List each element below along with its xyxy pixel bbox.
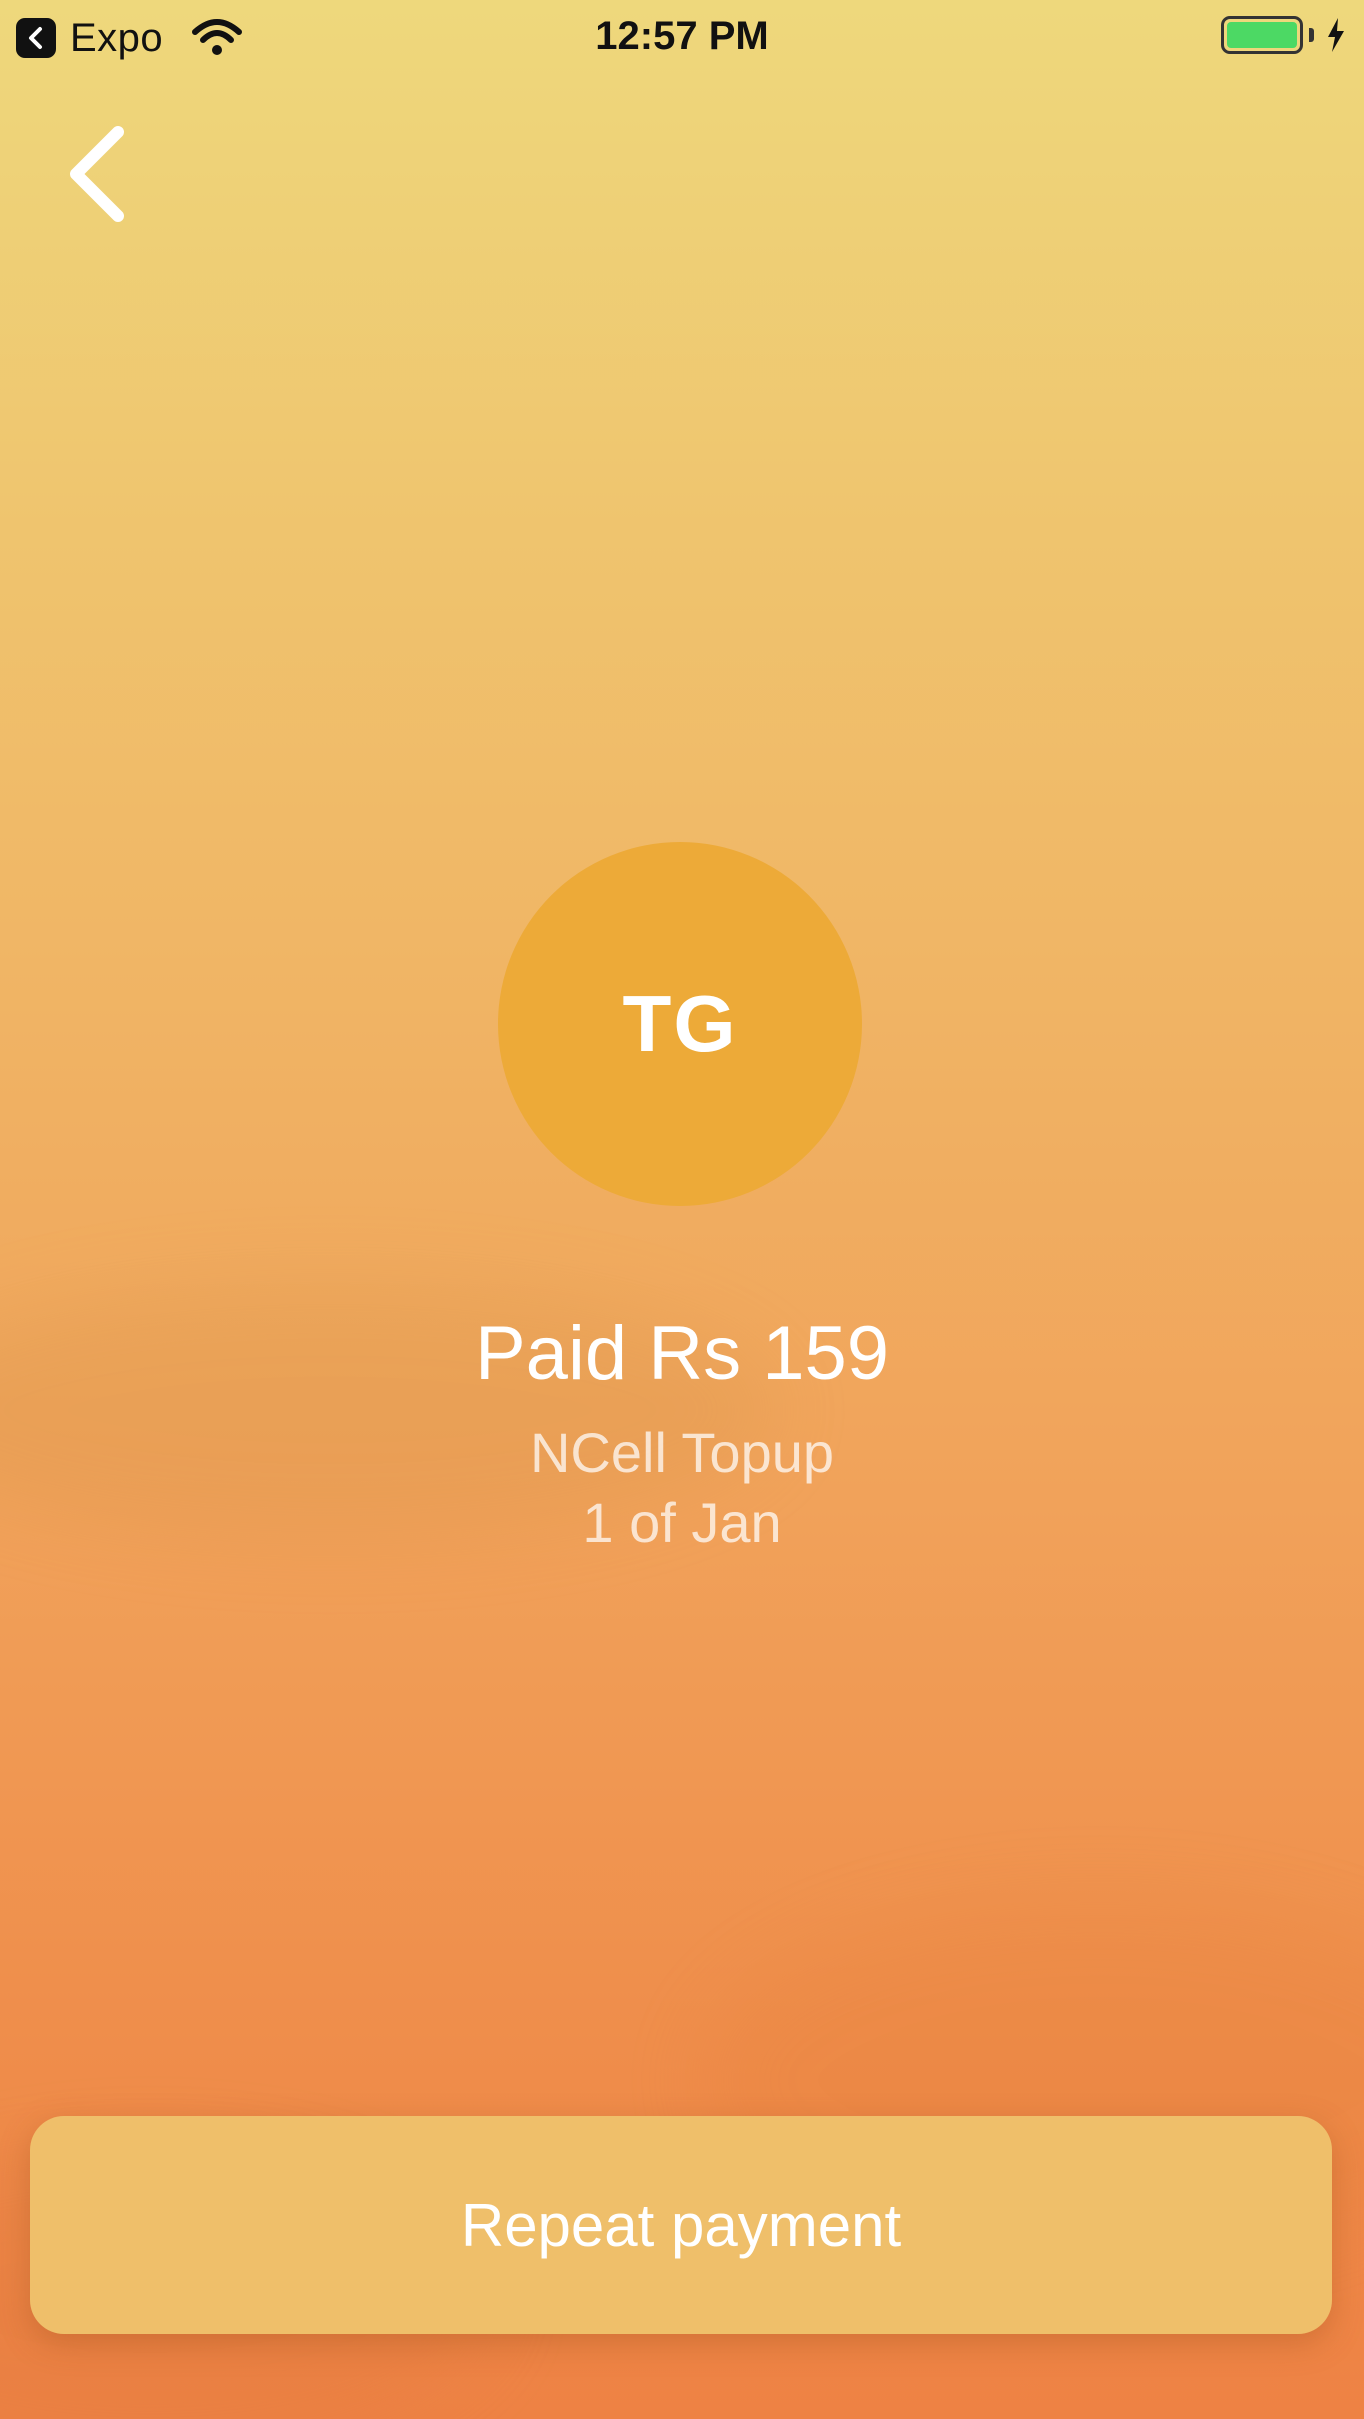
repeat-payment-label: Repeat payment <box>460 2191 902 2259</box>
chevron-left-icon <box>62 126 142 234</box>
charging-bolt-icon <box>1326 18 1346 52</box>
status-time: 12:57 PM <box>595 14 769 58</box>
status-right <box>1221 16 1346 54</box>
status-bar: Expo 12:57 PM <box>0 0 1364 76</box>
back-button[interactable] <box>62 120 142 230</box>
battery-level <box>1227 22 1297 48</box>
repeat-payment-button[interactable]: Repeat payment <box>30 2116 1332 2334</box>
payment-title: Paid Rs 159 <box>474 1311 890 1396</box>
avatar: TG <box>498 842 862 1206</box>
battery-icon <box>1221 16 1303 54</box>
payment-date: 1 of Jan <box>582 1491 782 1554</box>
payment-detail-screen: Expo 12:57 PM TG Paid Rs 159 NCell Topup… <box>0 0 1364 2419</box>
avatar-initials: TG <box>622 979 738 1068</box>
payment-service: NCell Topup <box>529 1421 835 1484</box>
battery-cap <box>1309 28 1314 42</box>
